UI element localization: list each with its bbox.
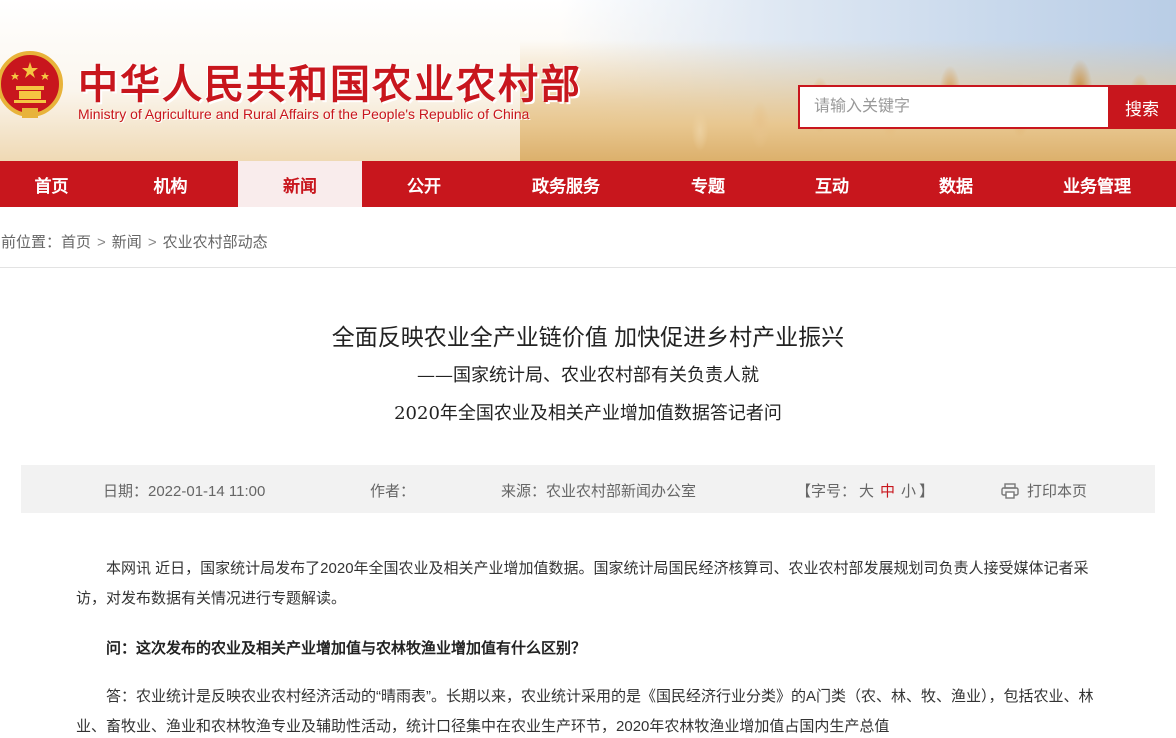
article-question: 问：这次发布的农业及相关产业增加值与农林牧渔业增加值有什么区别？ <box>106 640 587 657</box>
print-label: 打印本页 <box>1027 483 1088 500</box>
search-input[interactable] <box>798 85 1110 129</box>
breadcrumb-link-news[interactable]: 新闻 <box>112 234 142 251</box>
font-size-bracket: 】 <box>919 483 935 500</box>
article-subtitle-line2: 2020年全国农业及相关产业增加值数据答记者问 <box>394 403 782 424</box>
breadcrumb: 当前位置：首页 > 新闻 > 农业农村部动态 <box>0 231 268 253</box>
header-banner: 中华人民共和国农业农村部 Ministry of Agriculture and… <box>0 0 1176 161</box>
nav-item-organization[interactable]: 机构 <box>103 161 238 207</box>
search-button[interactable]: 搜索 <box>1108 85 1176 129</box>
nav-item-public[interactable]: 公开 <box>362 161 486 207</box>
main-nav: 首页 机构 新闻 公开 政务服务 专题 互动 数据 业务管理 <box>0 161 1176 207</box>
article-author: 作者： <box>370 483 416 500</box>
nav-item-home[interactable]: 首页 <box>0 161 103 207</box>
article-date: 日期：2022-01-14 11:00 <box>103 483 266 500</box>
nav-item-government-services[interactable]: 政务服务 <box>486 161 646 207</box>
nav-item-data[interactable]: 数据 <box>894 161 1018 207</box>
article-paragraph: 本网讯 近日，国家统计局发布了2020年全国农业及相关产业增加值数据。国家统计局… <box>76 560 1089 607</box>
font-size-label: 【字号： <box>796 483 857 500</box>
font-size-small-button[interactable]: 小 <box>901 483 916 500</box>
nav-item-business-management[interactable]: 业务管理 <box>1018 161 1176 207</box>
breadcrumb-link-home[interactable]: 首页 <box>61 234 91 251</box>
breadcrumb-separator: > <box>97 234 106 251</box>
print-button[interactable]: 打印本页 <box>1001 480 1087 501</box>
article-title: 全面反映农业全产业链价值 加快促进乡村产业振兴 <box>331 324 845 350</box>
printer-icon <box>1001 482 1019 499</box>
breadcrumb-link-ministry-news[interactable]: 农业农村部动态 <box>163 234 268 251</box>
nav-item-topics[interactable]: 专题 <box>646 161 770 207</box>
national-emblem-icon <box>0 51 63 118</box>
divider <box>0 267 1176 268</box>
article-source: 来源：农业农村部新闻办公室 <box>501 483 697 500</box>
nav-item-news[interactable]: 新闻 <box>238 161 362 207</box>
site-subtitle: Ministry of Agriculture and Rural Affair… <box>78 106 530 122</box>
breadcrumb-separator: > <box>147 234 157 251</box>
article-info-bar: 日期：2022-01-14 11:00 作者： 来源：农业农村部新闻办公室 【字… <box>21 465 1155 513</box>
article-subtitle-line1: ——国家统计局、农业农村部有关负责人就 <box>417 365 759 386</box>
breadcrumb-prefix: 当前位置： <box>0 234 62 251</box>
article-paragraph: 答：农业统计是反映农业农村经济活动的“晴雨表”。长期以来，农业统计采用的是《国民… <box>76 688 1094 735</box>
font-size-selector: 【字号：大中小】 <box>796 480 934 501</box>
font-size-large-button[interactable]: 大 <box>859 483 874 500</box>
nav-item-interaction[interactable]: 互动 <box>770 161 894 207</box>
site-title: 中华人民共和国农业农村部 <box>78 61 582 108</box>
font-size-medium-button[interactable]: 中 <box>880 483 895 500</box>
